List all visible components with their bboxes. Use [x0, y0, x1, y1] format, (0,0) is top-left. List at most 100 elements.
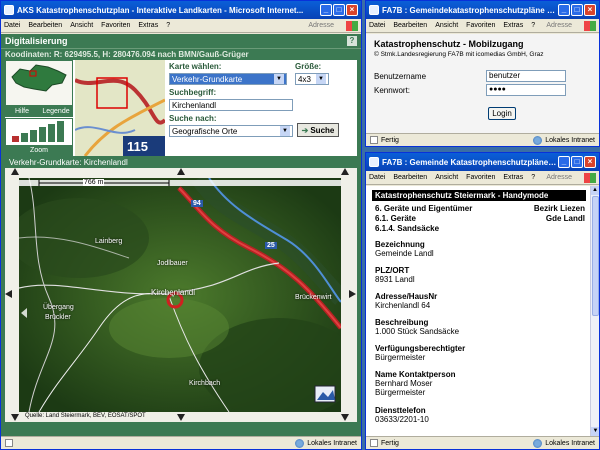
ie-icon [369, 157, 379, 167]
map-label-brueckler: Brückler [45, 314, 71, 321]
tool-area: Hilfe Legende Zoom 115 Karte wählen: Grö… [5, 60, 357, 157]
username-input[interactable]: benutzer [486, 70, 566, 82]
field-value: Gemeinde Landl [375, 249, 434, 258]
thumbnail-road-number: 115 [127, 139, 148, 154]
menu-help[interactable]: ? [531, 174, 535, 181]
login-window-title: FA7B : Gemeindekatastrophenschutzpläne -… [382, 5, 557, 15]
map-browser-window: AKS Katastrophenschutzplan - Interaktive… [0, 0, 362, 450]
legende-button[interactable]: Legende [39, 106, 73, 117]
help-icon[interactable]: ? [347, 36, 357, 46]
login-window-menubar: Datei Bearbeiten Ansicht Favoriten Extra… [366, 19, 599, 33]
zone-indicator: Lokales Intranet [533, 135, 595, 145]
suchbegriff-input[interactable]: Kirchenlandl [169, 99, 293, 111]
zone-label: Lokales Intranet [545, 439, 595, 447]
detail-window-titlebar[interactable]: FA7B : Gemeinde Katastrophenschutzpläne … [366, 153, 599, 171]
menu-favoriten[interactable]: Favoriten [466, 174, 495, 181]
menu-extras[interactable]: Extras [138, 22, 158, 29]
maximize-icon[interactable]: □ [571, 156, 583, 168]
globe-icon [295, 438, 305, 448]
close-icon[interactable]: × [584, 156, 596, 168]
login-window-titlebar[interactable]: FA7B : Gemeindekatastrophenschutzpläne -… [366, 1, 599, 19]
field-value: 03633/2201-10 [375, 415, 429, 424]
minimize-icon[interactable]: _ [558, 4, 570, 16]
zone-label: Lokales Intranet [307, 439, 357, 447]
menu-extras[interactable]: Extras [503, 174, 523, 181]
close-icon[interactable]: × [346, 4, 358, 16]
chevron-down-icon[interactable]: ▼ [280, 126, 290, 136]
scroll-up-icon[interactable]: ▲ [591, 186, 599, 195]
menu-bearbeiten[interactable]: Bearbeiten [28, 22, 62, 29]
menu-favoriten[interactable]: Favoriten [101, 22, 130, 29]
karte-select[interactable]: Verkehr-Grundkarte ▼ [169, 73, 287, 85]
login-copyright: © Stmk.Landesregierung FA7B mit icomedia… [374, 51, 544, 58]
login-browser-window: FA7B : Gemeindekatastrophenschutzpläne -… [365, 0, 600, 147]
map-page: Digitalisierung ? Koodinaten: R: 629495.… [1, 34, 361, 436]
menu-ansicht[interactable]: Ansicht [70, 22, 93, 29]
scroll-down-icon[interactable]: ▼ [591, 427, 599, 436]
hilfe-button[interactable]: Hilfe [5, 106, 39, 117]
suche-nach-label: Suche nach: [169, 114, 217, 123]
chevron-down-icon[interactable]: ▼ [316, 74, 326, 84]
pan-left-icon[interactable] [5, 290, 12, 298]
windows-logo-icon [584, 20, 596, 31]
menu-favoriten[interactable]: Favoriten [466, 22, 495, 29]
zone-indicator: Lokales Intranet [295, 438, 357, 448]
pan-down-right-icon[interactable] [341, 414, 349, 421]
satellite-map[interactable]: 766 m 94 25 Lainberg Jodlbauer Kirchenla… [19, 178, 341, 412]
minimize-icon[interactable]: _ [558, 156, 570, 168]
field-label: Name Kontaktperson [375, 370, 456, 379]
pan-up-right-icon[interactable] [341, 168, 349, 175]
map-label-jodlbauer: Jodlbauer [157, 260, 188, 267]
chevron-down-icon[interactable]: ▼ [274, 74, 284, 84]
menu-bearbeiten[interactable]: Bearbeiten [393, 22, 427, 29]
login-statusbar: Fertig Lokales Intranet [366, 133, 599, 146]
menu-ansicht[interactable]: Ansicht [435, 22, 458, 29]
zoom-label: Zoom [5, 146, 73, 156]
zoom-bars[interactable] [5, 118, 73, 146]
pan-right-icon[interactable] [349, 290, 356, 298]
suche-nach-select[interactable]: Geografische Orte ▼ [169, 125, 293, 137]
login-page: Katastrophenschutz - Mobilzugang © Stmk.… [366, 34, 599, 133]
vertical-scrollbar[interactable]: ▲ ▼ [590, 186, 599, 436]
suche-nach-value: Geografische Orte [172, 126, 238, 136]
pan-up-left-icon[interactable] [11, 168, 19, 175]
overview-map[interactable] [5, 60, 73, 106]
groesse-select[interactable]: 4x3 ▼ [295, 73, 329, 85]
pan-up-icon[interactable] [177, 168, 185, 175]
password-input[interactable]: ●●●● [486, 84, 566, 96]
scale-label: 766 m [83, 179, 105, 186]
karte-select-value: Verkehr-Grundkarte [172, 74, 243, 84]
menu-help[interactable]: ? [531, 22, 535, 29]
menu-ansicht[interactable]: Ansicht [435, 174, 458, 181]
login-button[interactable]: Login [488, 107, 516, 120]
road-badge-25: 25 [265, 242, 277, 249]
map-label-brueckenwirt: Brückenwirt [295, 294, 332, 301]
map-thumbnail[interactable]: 115 [74, 60, 167, 157]
menu-bearbeiten[interactable]: Bearbeiten [393, 174, 427, 181]
menu-datei[interactable]: Datei [4, 22, 20, 29]
arrow-right-icon: ➔ [301, 125, 309, 135]
minimize-icon[interactable]: _ [320, 4, 332, 16]
maximize-icon[interactable]: □ [571, 4, 583, 16]
page-icon [370, 439, 378, 447]
detail-page: Katastrophenschutz Steiermark - Handymod… [366, 186, 599, 436]
pan-down-left-icon[interactable] [11, 414, 19, 421]
pan-down-icon[interactable] [177, 414, 185, 421]
menu-datei[interactable]: Datei [369, 22, 385, 29]
zone-label: Lokales Intranet [545, 136, 595, 144]
suche-button[interactable]: ➔ Suche [297, 123, 339, 137]
globe-icon [533, 438, 543, 448]
maximize-icon[interactable]: □ [333, 4, 345, 16]
close-icon[interactable]: × [584, 4, 596, 16]
map-window-titlebar[interactable]: AKS Katastrophenschutzplan - Interaktive… [1, 1, 361, 19]
menu-datei[interactable]: Datei [369, 174, 385, 181]
menu-help[interactable]: ? [166, 22, 170, 29]
map-window-title: AKS Katastrophenschutzplan - Interaktive… [17, 5, 304, 15]
password-label: Kennwort: [374, 86, 411, 95]
ie-icon [369, 5, 379, 15]
suchbegriff-value: Kirchenlandl [172, 100, 217, 110]
menu-extras[interactable]: Extras [503, 22, 523, 29]
field-label: Diensttelefon [375, 406, 426, 415]
scrollbar-thumb[interactable] [592, 196, 599, 316]
page-icon [370, 136, 378, 144]
